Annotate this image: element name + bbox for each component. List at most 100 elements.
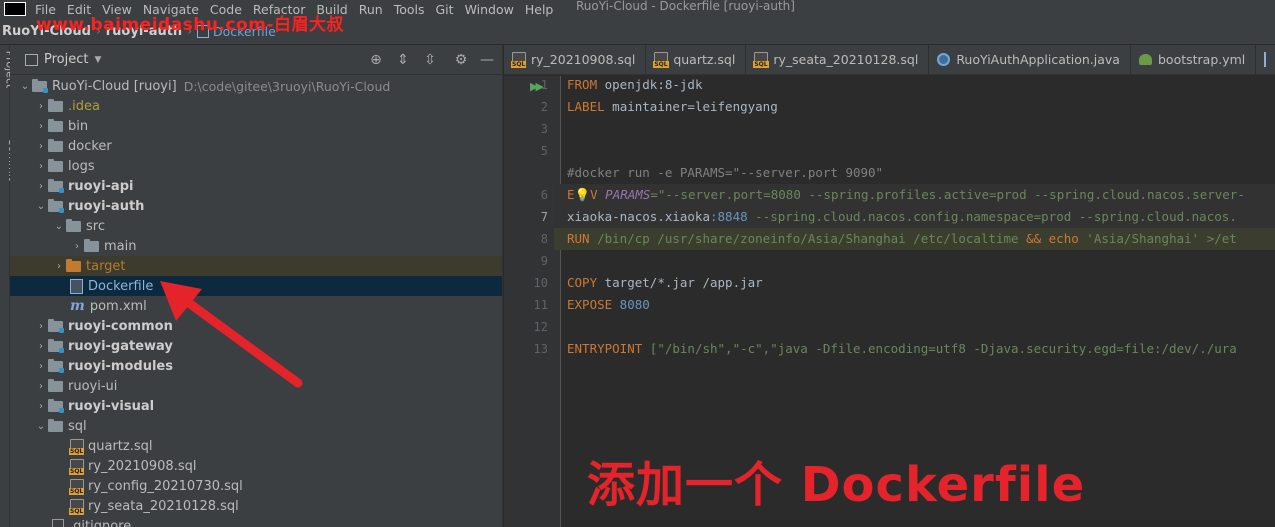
chevron-right-icon[interactable]: ›	[34, 121, 48, 132]
chevron-right-icon[interactable]: ›	[34, 381, 48, 392]
minimize-icon[interactable]: —	[479, 52, 495, 68]
chevron-down-icon[interactable]: ▼	[94, 55, 101, 65]
dockerfile-icon	[70, 278, 83, 294]
tree-item-idea[interactable]: › .idea	[10, 96, 502, 116]
crosshair-icon[interactable]: ⊕	[368, 52, 384, 68]
line-number: 13	[533, 342, 548, 356]
folder-icon	[66, 218, 81, 232]
gear-icon[interactable]: ⚙	[453, 52, 469, 68]
tree-item-label: .gitignore	[69, 518, 132, 527]
yml-file-icon	[1138, 54, 1152, 65]
line-number: 7	[540, 210, 548, 224]
tab-bootstrap-yml[interactable]: bootstrap.yml	[1131, 45, 1257, 74]
code-token: maintainer=leifengyang	[604, 99, 778, 114]
string-token: --spring.cloud.nacos.config.namespace=pr…	[747, 209, 1237, 224]
tab-ry-seata-sql[interactable]: ry_seata_20210128.sql	[746, 45, 930, 74]
chevron-right-icon[interactable]: ›	[34, 141, 48, 152]
chevron-down-icon[interactable]: ⌄	[52, 221, 66, 232]
tree-item-src[interactable]: ⌄ src	[10, 216, 502, 236]
tree-item-docker[interactable]: › docker	[10, 136, 502, 156]
tree-item-target[interactable]: › target	[10, 256, 502, 276]
project-panel-title[interactable]: Project	[44, 52, 88, 67]
app-logo-icon[interactable]	[4, 2, 26, 16]
tree-item-sql[interactable]: ⌄ sql	[10, 416, 502, 436]
gitignore-file-icon	[52, 519, 64, 527]
sql-file-icon	[511, 52, 527, 68]
tree-item-label: bin	[68, 118, 89, 134]
chevron-right-icon[interactable]: ›	[34, 181, 48, 192]
menu-git[interactable]: Git	[434, 2, 456, 17]
collapse-all-icon[interactable]: ⇕	[395, 52, 411, 68]
tab-quartz-sql[interactable]: quartz.sql	[646, 45, 747, 74]
expand-all-icon[interactable]: ⇳	[422, 52, 438, 68]
tree-item-ruoyi-visual[interactable]: › ruoyi-visual	[10, 396, 502, 416]
tree-item-ruoyi-auth[interactable]: ⌄ ruoyi-auth	[10, 196, 502, 216]
line-number: 12	[533, 320, 548, 334]
menu-tools[interactable]: Tools	[392, 2, 427, 17]
sql-file-icon	[653, 52, 669, 68]
dockerfile-icon	[1264, 52, 1267, 67]
folder-icon	[48, 158, 63, 172]
keyword-token: ENTRYPOINT	[567, 341, 643, 356]
editor-tab-bar: ry_20210908.sql quartz.sql ry_seata_2021…	[504, 45, 1275, 75]
code-token: xiaoka-nacos.xiaoka	[567, 209, 710, 224]
code-line: RUN /bin/cp /usr/share/zoneinfo/Asia/Sha…	[554, 228, 1275, 250]
tab-label: quartz.sql	[673, 52, 736, 67]
number-token: :8848	[710, 209, 748, 224]
menu-help[interactable]: Help	[523, 2, 556, 17]
tab-label: bootstrap.yml	[1157, 52, 1246, 67]
tab-overflow[interactable]	[1256, 45, 1274, 74]
tree-item-path: D:\code\gitee\3ruoyi\RuoYi-Cloud	[183, 78, 391, 94]
excluded-folder-icon	[66, 258, 81, 272]
tree-item-gitignore[interactable]: .gitignore	[10, 516, 502, 527]
tree-item-ry-20210908-sql[interactable]: ry_20210908.sql	[10, 456, 502, 476]
folder-icon	[48, 98, 63, 112]
line-number: 1	[540, 78, 548, 92]
folder-icon	[48, 378, 63, 392]
tree-item-label: ruoyi-ui	[68, 378, 118, 394]
chevron-right-icon[interactable]: ›	[34, 341, 48, 352]
tree-item-bin[interactable]: › bin	[10, 116, 502, 136]
line-number: 11	[533, 298, 548, 312]
tree-item-label: pom.xml	[89, 298, 147, 314]
tree-item-main[interactable]: › main	[10, 236, 502, 256]
tree-item-label: ruoyi-api	[68, 178, 134, 194]
chevron-right-icon[interactable]: ›	[34, 361, 48, 372]
chevron-right-icon[interactable]: ›	[34, 401, 48, 412]
lightbulb-icon[interactable]: 💡	[575, 187, 591, 202]
folder-icon	[32, 78, 48, 93]
tree-item-label: ry_config_20210730.sql	[88, 478, 243, 494]
tree-item-ry-config-sql[interactable]: ry_config_20210730.sql	[10, 476, 502, 496]
tree-item-label: ruoyi-auth	[68, 198, 145, 214]
chevron-down-icon[interactable]: ⌄	[34, 421, 48, 432]
chevron-right-icon[interactable]: ›	[34, 161, 48, 172]
string-token: ="--server.port=8080 --spring.profiles.a…	[650, 187, 1245, 202]
chevron-right-icon[interactable]: ›	[70, 241, 84, 252]
sql-file-icon	[69, 458, 85, 475]
tree-item-label: main	[104, 238, 137, 254]
menu-window[interactable]: Window	[463, 2, 516, 17]
tree-item-ry-seata-sql[interactable]: ry_seata_20210128.sql	[10, 496, 502, 516]
tab-ruoyi-auth-application[interactable]: RuoYiAuthApplication.java	[929, 45, 1131, 74]
command-token: /bin/cp /usr/share/zoneinfo/Asia/Shangha…	[589, 231, 1019, 246]
tree-item-label: ruoyi-visual	[68, 398, 155, 414]
tree-item-ruoyi-api[interactable]: › ruoyi-api	[10, 176, 502, 196]
tab-ry-20210908-sql[interactable]: ry_20210908.sql	[504, 45, 647, 74]
chevron-down-icon[interactable]: ⌄	[34, 201, 48, 212]
chevron-right-icon[interactable]: ›	[34, 101, 48, 112]
chevron-down-icon[interactable]: ⌄	[18, 81, 32, 92]
operator-token: &&	[1018, 231, 1049, 246]
chevron-right-icon[interactable]: ›	[34, 321, 48, 332]
code-line: E💡V PARAMS="--server.port=8080 --spring.…	[554, 184, 1275, 206]
menu-run[interactable]: Run	[357, 2, 385, 17]
chevron-right-icon[interactable]: ›	[52, 261, 66, 272]
tree-item-root[interactable]: ⌄ RuoYi-Cloud [ruoyi] D:\code\gitee\3ruo…	[10, 76, 502, 96]
keyword-token: E	[567, 187, 575, 202]
code-line: EXPOSE 8080	[567, 294, 650, 316]
tree-item-logs[interactable]: › logs	[10, 156, 502, 176]
tree-item-quartz-sql[interactable]: quartz.sql	[10, 436, 502, 456]
editor-gutter: ▶▶ 1 2 3 5 6 7 8 9 10 11 12 13	[504, 76, 561, 527]
keyword-token: LABEL	[567, 99, 605, 114]
string-token: ["/bin/sh","-c","java -Dfile.encoding=ut…	[642, 341, 1237, 356]
folder-icon	[84, 238, 99, 252]
